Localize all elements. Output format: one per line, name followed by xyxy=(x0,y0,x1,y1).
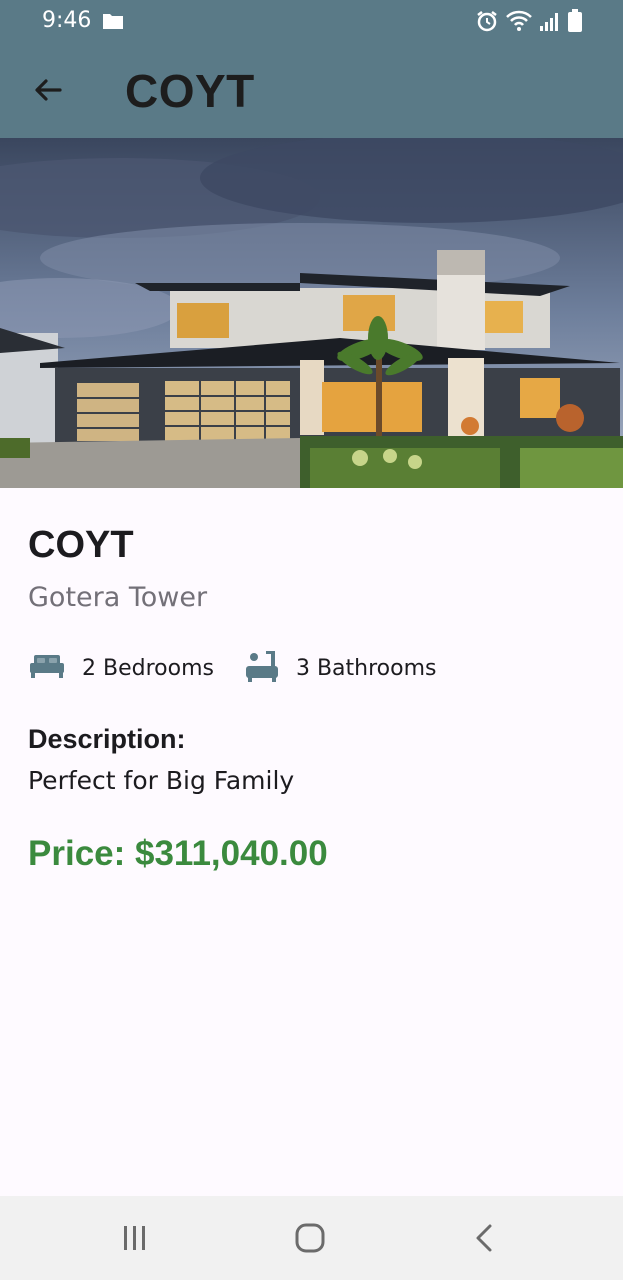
bathtub-icon xyxy=(244,648,280,689)
battery-icon xyxy=(567,9,583,38)
property-location: Gotera Tower xyxy=(28,582,208,613)
bed-icon xyxy=(28,653,66,684)
system-nav-bar xyxy=(0,1196,623,1280)
description-heading: Description: xyxy=(28,724,186,754)
recent-apps-icon[interactable] xyxy=(115,1218,155,1258)
back-nav-icon[interactable] xyxy=(465,1218,505,1258)
status-bar: 9:46 xyxy=(0,0,623,44)
price-text: Price: $311,040.00 xyxy=(28,834,328,873)
wifi-icon xyxy=(505,9,533,38)
status-time: 9:46 xyxy=(42,8,92,33)
bedrooms-feature: 2 Bedrooms xyxy=(28,653,214,684)
folder-icon xyxy=(102,12,124,35)
signal-icon xyxy=(539,10,561,37)
app-bar: COYT xyxy=(0,44,623,138)
property-features: 2 Bedrooms 3 Bathrooms xyxy=(28,648,466,689)
page-title: COYT xyxy=(125,65,255,117)
back-arrow-icon[interactable] xyxy=(30,72,66,108)
home-icon[interactable] xyxy=(290,1218,330,1258)
property-image xyxy=(0,138,623,488)
property-name: COYT xyxy=(28,524,134,566)
bathrooms-feature: 3 Bathrooms xyxy=(244,648,437,689)
bedrooms-label: 2 Bedrooms xyxy=(82,656,214,681)
bathrooms-label: 3 Bathrooms xyxy=(295,656,437,681)
description-text: Perfect for Big Family xyxy=(28,766,295,795)
alarm-icon xyxy=(475,9,499,38)
